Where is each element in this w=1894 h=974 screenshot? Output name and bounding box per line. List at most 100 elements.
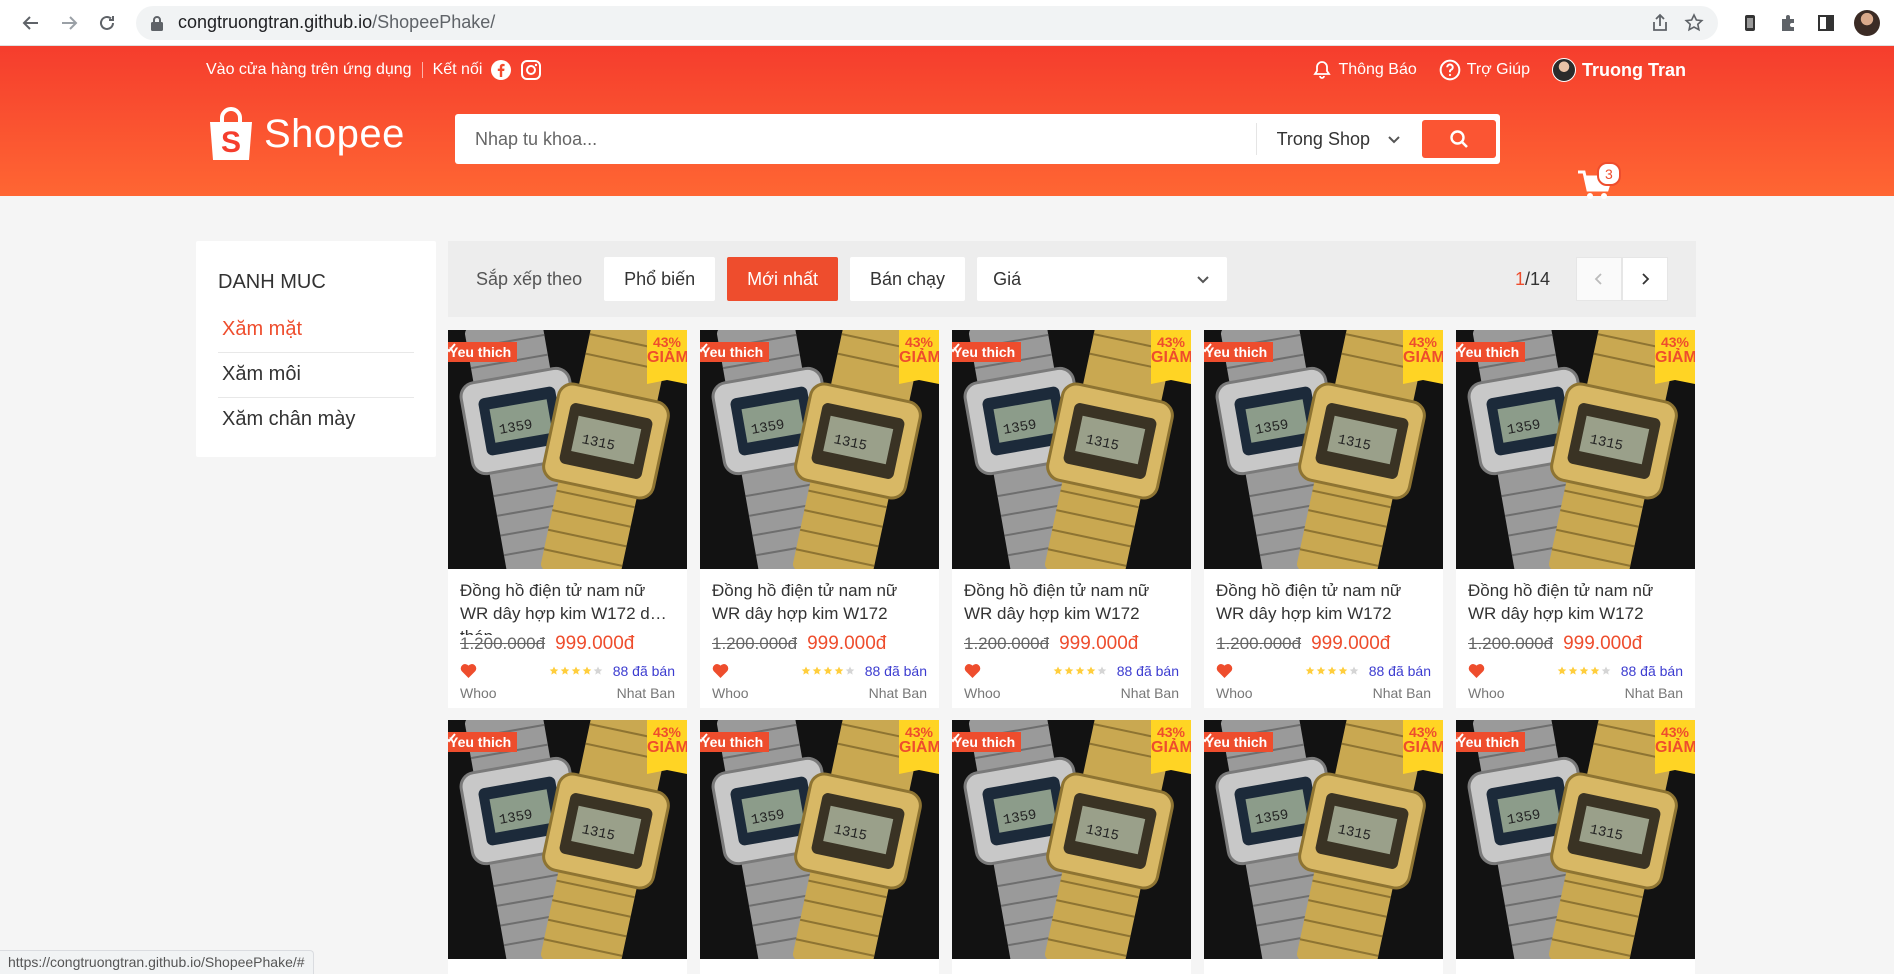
heart-icon[interactable] — [1216, 663, 1233, 679]
star-icon — [1568, 666, 1578, 675]
extensions-puzzle-icon[interactable] — [1778, 13, 1798, 33]
check-icon — [1204, 733, 1212, 743]
product-card[interactable]: 1359 1315 Yeu thich 43% GIẢM — [952, 720, 1191, 974]
address-bar[interactable]: congtruongtran.github.io/ShopeePhake/ — [136, 5, 1718, 40]
product-image[interactable]: 1359 1315 Yeu thich 43% GIẢM — [448, 330, 687, 569]
top-nav: Vào cửa hàng trên ứng dụng Kết nối Thông… — [206, 56, 1686, 84]
back-button[interactable] — [14, 6, 48, 40]
product-name[interactable]: Đồng hồ điện tử nam nữ WR dây hợp kim W1… — [1204, 569, 1443, 635]
star-icon — [1097, 666, 1107, 675]
product-name[interactable]: Đồng hồ điện tử nam nữ WR dây hợp kim W1… — [448, 569, 687, 635]
product-card[interactable]: 1359 1315 Yeu thich 43% GIẢM Đồng hồ điệ… — [1204, 330, 1443, 708]
user-menu[interactable]: Truong Tran — [1551, 58, 1686, 82]
sort-bar: Sắp xếp theo Phổ biến Mới nhất Bán chạy … — [448, 241, 1696, 317]
product-card[interactable]: 1359 1315 Yeu thich 43% GIẢM Đồng hồ điệ… — [1456, 330, 1695, 708]
category-item-xam-mat[interactable]: Xăm mặt — [218, 308, 414, 353]
discount-label: GIẢM — [647, 739, 687, 756]
product-card[interactable]: 1359 1315 Yeu thich 43% GIẢM — [700, 720, 939, 974]
app-download-link[interactable]: Vào cửa hàng trên ứng dụng — [206, 61, 412, 79]
sold-count: 88 đã bán — [1620, 663, 1683, 679]
facebook-icon[interactable] — [490, 59, 512, 81]
logo-text: Shopee — [264, 111, 405, 156]
cart-button[interactable]: 3 — [1575, 162, 1621, 204]
discount-badge: 43% GIẢM — [1403, 330, 1443, 384]
shopee-logo[interactable]: S Shopee — [206, 106, 405, 162]
search-button[interactable] — [1422, 120, 1496, 158]
help-link[interactable]: Trợ Giúp — [1439, 59, 1530, 81]
star-icon — [1579, 666, 1589, 675]
star-icon — [582, 666, 592, 675]
cart-count-badge: 3 — [1597, 162, 1621, 186]
product-card[interactable]: 1359 1315 Yeu thich 43% GIẢM Đồng hồ điệ… — [448, 330, 687, 708]
product-card[interactable]: 1359 1315 Yeu thich 43% GIẢM Đồng hồ điệ… — [700, 330, 939, 708]
heart-icon[interactable] — [1468, 663, 1485, 679]
product-image[interactable]: 1359 1315 Yeu thich 43% GIẢM — [700, 330, 939, 569]
product-image[interactable]: 1359 1315 Yeu thich 43% GIẢM — [952, 720, 1191, 959]
forward-button[interactable] — [52, 6, 86, 40]
product-name[interactable]: Đồng hồ điện tử nam nữ WR dây hợp kim W1… — [1456, 569, 1695, 635]
price-sort-select[interactable]: Giá — [977, 257, 1228, 301]
divider — [421, 62, 423, 78]
product-image[interactable]: 1359 1315 Yeu thich 43% GIẢM — [1456, 720, 1695, 959]
profile-avatar[interactable] — [1854, 9, 1880, 36]
search-scope-dropdown[interactable]: Trong Shop — [1255, 123, 1422, 155]
brand: Whoo — [712, 685, 749, 701]
sort-bestseller-button[interactable]: Bán chạy — [850, 257, 966, 301]
heart-icon[interactable] — [712, 663, 729, 679]
browser-toolbar: congtruongtran.github.io/ShopeePhake/ — [0, 0, 1894, 46]
notifications-link[interactable]: Thông Báo — [1312, 60, 1417, 80]
heart-icon[interactable] — [460, 663, 477, 679]
share-icon[interactable] — [1650, 13, 1670, 33]
side-panel-icon[interactable] — [1816, 13, 1836, 33]
product-card[interactable]: 1359 1315 Yeu thich 43% GIẢM Đồng hồ điệ… — [952, 330, 1191, 708]
old-price: 1.200.000đ — [460, 634, 546, 653]
star-icon — [1305, 666, 1315, 675]
star-icon — [1064, 666, 1074, 675]
search-input[interactable] — [459, 118, 1256, 160]
reload-button[interactable] — [90, 6, 124, 40]
lock-icon — [151, 15, 163, 31]
check-icon — [1456, 733, 1464, 743]
sold-count: 88 đã bán — [1368, 663, 1431, 679]
product-card[interactable]: 1359 1315 Yeu thich 43% GIẢM — [1456, 720, 1695, 974]
page-indicator: 1/14 — [1515, 269, 1550, 290]
sort-popular-button[interactable]: Phổ biến — [604, 257, 716, 301]
discount-percent: 43% — [652, 724, 682, 740]
instagram-icon[interactable] — [520, 59, 542, 81]
bell-icon — [1313, 61, 1332, 79]
product-name[interactable]: Đồng hồ điện tử nam nữ WR dây hợp kim W1… — [952, 569, 1191, 635]
product-image[interactable]: 1359 1315 Yeu thich 43% GIẢM — [1456, 330, 1695, 569]
product-card[interactable]: 1359 1315 Yeu thich 43% GIẢM — [448, 720, 687, 974]
rating-stars — [549, 666, 603, 676]
category-item-xam-chan-may[interactable]: Xăm chân mày — [218, 398, 414, 442]
discount-label: GIẢM — [1151, 349, 1191, 366]
favorite-label: Yeu thich — [953, 344, 1016, 360]
sort-newest-button[interactable]: Mới nhất — [727, 257, 838, 301]
next-page-button[interactable] — [1622, 257, 1668, 301]
heart-icon[interactable] — [964, 663, 981, 679]
product-image[interactable]: 1359 1315 Yeu thich 43% GIẢM — [1204, 330, 1443, 569]
category-item-xam-moi[interactable]: Xăm môi — [218, 353, 414, 398]
discount-label: GIẢM — [1655, 739, 1695, 756]
star-icon — [1316, 666, 1326, 675]
discount-percent: 43% — [904, 334, 934, 350]
star-icon — [845, 666, 855, 675]
status-url: https://congtruongtran.github.io/ShopeeP… — [0, 950, 314, 974]
notifications-label: Thông Báo — [1338, 61, 1417, 78]
extension-battery-icon[interactable] — [1740, 13, 1760, 33]
product-card[interactable]: 1359 1315 Yeu thich 43% GIẢM — [1204, 720, 1443, 974]
product-image[interactable]: 1359 1315 Yeu thich 43% GIẢM — [952, 330, 1191, 569]
product-name[interactable]: Đồng hồ điện tử nam nữ WR dây hợp kim W1… — [700, 569, 939, 635]
origin-country: Nhat Ban — [1372, 685, 1431, 701]
bookmark-star-icon[interactable] — [1684, 12, 1704, 33]
favorite-tag: Yeu thich — [448, 342, 518, 365]
favorite-label: Yeu thich — [449, 734, 512, 750]
url-path: /ShopeePhake/ — [372, 12, 496, 32]
prev-page-button[interactable] — [1576, 257, 1622, 301]
arrow-right-icon — [62, 15, 78, 30]
product-image[interactable]: 1359 1315 Yeu thich 43% GIẢM — [700, 720, 939, 959]
product-image[interactable]: 1359 1315 Yeu thich 43% GIẢM — [448, 720, 687, 959]
old-price: 1.200.000đ — [712, 634, 798, 653]
product-image[interactable]: 1359 1315 Yeu thich 43% GIẢM — [1204, 720, 1443, 959]
check-icon — [700, 733, 708, 743]
